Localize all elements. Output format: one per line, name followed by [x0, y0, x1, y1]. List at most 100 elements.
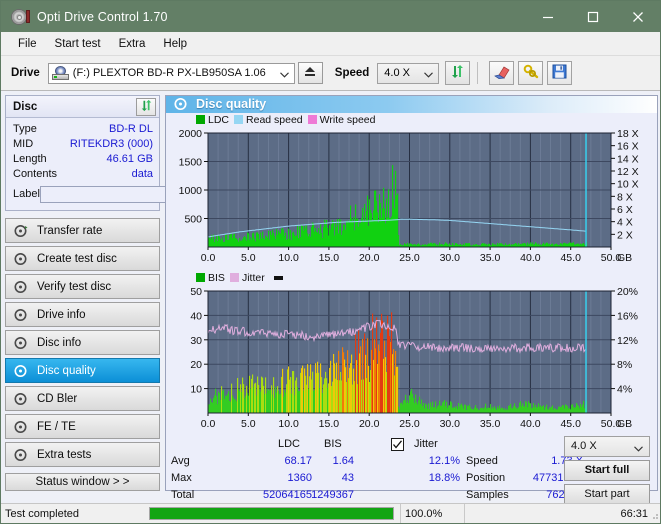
disc-panel: Disc Type BD-R DL MID RITEKDR3 (000) Len… [5, 95, 243, 211]
legend-item-read-speed: Read speed [234, 114, 303, 126]
disc-label-key: Label [13, 188, 40, 200]
keys-icon [523, 64, 539, 82]
disc-refresh-button[interactable] [136, 97, 156, 116]
svg-text:10.0: 10.0 [278, 418, 299, 430]
svg-text:12 X: 12 X [617, 166, 639, 178]
disc-row-mid-key: MID [13, 137, 34, 150]
svg-text:20.0: 20.0 [359, 418, 380, 430]
legend-label-jitter: Jitter [241, 271, 265, 284]
disc-row-length: Length 46.61 GB [13, 151, 153, 166]
legend-swatch-jitter [229, 273, 239, 283]
stat-bis-max: 43 [341, 471, 354, 484]
sidebar-item-drive-info[interactable]: Drive info [5, 302, 160, 327]
disc-icon [13, 392, 29, 406]
sidebar-item-create-test-disc[interactable]: Create test disc [5, 246, 160, 271]
refresh-button[interactable] [445, 61, 471, 85]
sidebar-item-label: Disc info [37, 336, 82, 349]
disc-row-type-key: Type [13, 122, 37, 135]
disc-row-mid-value: RITEKDR3 (000) [69, 137, 153, 150]
legend-label-write-speed: Write speed [319, 113, 376, 126]
sidebar-item-transfer-rate[interactable]: Transfer rate [5, 218, 160, 243]
svg-text:1500: 1500 [179, 156, 203, 168]
svg-text:20.0: 20.0 [359, 252, 380, 264]
start-full-button[interactable]: Start full [564, 459, 650, 481]
menu-extra[interactable]: Extra [110, 35, 155, 53]
eject-button[interactable] [297, 62, 323, 84]
sidebar-item-label: CD Bler [37, 392, 78, 405]
erase-button[interactable] [489, 61, 515, 85]
svg-text:40: 40 [190, 310, 202, 322]
jitter-checkbox[interactable] [391, 437, 404, 451]
close-icon[interactable] [615, 1, 660, 32]
sidebar-item-cd-bler[interactable]: CD Bler [5, 386, 160, 411]
disc-row-length-key: Length [13, 152, 47, 165]
sidebar-item-disc-info[interactable]: Disc info [5, 330, 160, 355]
bis-chart-svg: 10 20 30 40 50 4% 8% 12% 16% 20% 0.0 5.0 10.0 15.0 20.… [190, 286, 638, 430]
result-speed-select[interactable]: 4.0 X [564, 435, 650, 457]
status-window-button[interactable]: Status window > > [5, 473, 160, 491]
disc-label-row: Label [13, 183, 243, 205]
legend-marker [270, 275, 283, 280]
sidebar-item-label: Verify test disc [37, 280, 112, 293]
disc-panel-title: Disc [13, 100, 38, 113]
toolbar: Drive (F:) PLEXTOR BD-R PX-LB950SA 1.06 … [1, 56, 660, 91]
sidebar-item-fe-te[interactable]: FE / TE [5, 414, 160, 439]
disc-quality-panel: Disc quality LDC Read speed Write speed … [165, 95, 658, 505]
svg-text:10.0: 10.0 [278, 252, 299, 264]
drive-select-value: (F:) PLEXTOR BD-R PX-LB950SA 1.06 [72, 67, 266, 79]
svg-text:40.0: 40.0 [520, 252, 541, 264]
resize-grip-icon[interactable] [649, 510, 659, 520]
sidebar-item-label: Disc quality [37, 364, 96, 377]
keys-button[interactable] [518, 61, 544, 85]
eject-icon [304, 66, 316, 80]
svg-text:10: 10 [190, 383, 202, 395]
bis-jitter-chart: 10 20 30 40 50 4% 8% 12% 16% 20% 0.0 5.0 10.0 15.0 20.… [166, 285, 657, 435]
chevron-down-icon [279, 69, 289, 81]
disc-icon [13, 364, 29, 378]
menu-file[interactable]: File [9, 35, 46, 53]
disc-row-type: Type BD-R DL [13, 121, 153, 136]
svg-text:12%: 12% [617, 335, 638, 347]
menu-start-test[interactable]: Start test [46, 35, 110, 53]
sidebar-item-label: Drive info [37, 308, 86, 321]
menu-help[interactable]: Help [154, 35, 196, 53]
sidebar-item-verify-test-disc[interactable]: Verify test disc [5, 274, 160, 299]
svg-text:10 X: 10 X [617, 178, 639, 190]
svg-text:6 X: 6 X [617, 204, 633, 216]
svg-text:30: 30 [190, 335, 202, 347]
speed-label: Speed [334, 67, 370, 79]
speed-select[interactable]: 4.0 X [377, 62, 440, 84]
legend-swatch-write-speed [307, 115, 317, 125]
sidebar-item-extra-tests[interactable]: Extra tests [5, 442, 160, 467]
svg-text:16 X: 16 X [617, 140, 639, 152]
statistics-panel: LDC BIS Avg Max Total 68.17 1360 5206416… [166, 434, 657, 505]
stat-samples-label: Samples [466, 488, 509, 501]
disc-icon [13, 336, 29, 350]
disc-info-rows: Type BD-R DL MID RITEKDR3 (000) Length 4… [6, 118, 243, 210]
elapsed-time: 66:31 [464, 504, 660, 523]
ldc-read-speed-chart: 500 1000 1500 2000 2 X4 X6 X8 X 10 X 12 X 14 X1… [166, 127, 657, 269]
disc-panel-header: Disc [6, 96, 159, 118]
window-title: Opti Drive Control 1.70 [37, 9, 168, 24]
drive-select[interactable]: (F:) PLEXTOR BD-R PX-LB950SA 1.06 [47, 62, 295, 84]
legend-item-ldc: LDC [196, 114, 229, 126]
eraser-icon [493, 65, 510, 82]
svg-text:15.0: 15.0 [319, 418, 340, 430]
svg-text:40.0: 40.0 [520, 418, 541, 430]
minimize-icon[interactable] [525, 1, 570, 32]
svg-text:500: 500 [184, 213, 202, 225]
stat-row-total-label: Total [171, 488, 195, 501]
start-part-button[interactable]: Start part [564, 483, 650, 505]
svg-text:50: 50 [190, 286, 202, 298]
progress-fill [150, 508, 393, 519]
legend-label-ldc: LDC [208, 113, 230, 126]
maximize-icon[interactable] [570, 1, 615, 32]
stat-jitter-avg: 12.1% [428, 454, 460, 467]
sidebar-item-label: Extra tests [37, 448, 92, 461]
save-button[interactable] [547, 61, 573, 85]
svg-text:5.0: 5.0 [241, 418, 256, 430]
sidebar-item-disc-quality[interactable]: Disc quality [5, 358, 160, 383]
disc-icon [13, 224, 29, 238]
svg-text:15.0: 15.0 [319, 252, 340, 264]
sidebar-nav: Transfer rate Create test disc Verify te… [5, 218, 160, 467]
